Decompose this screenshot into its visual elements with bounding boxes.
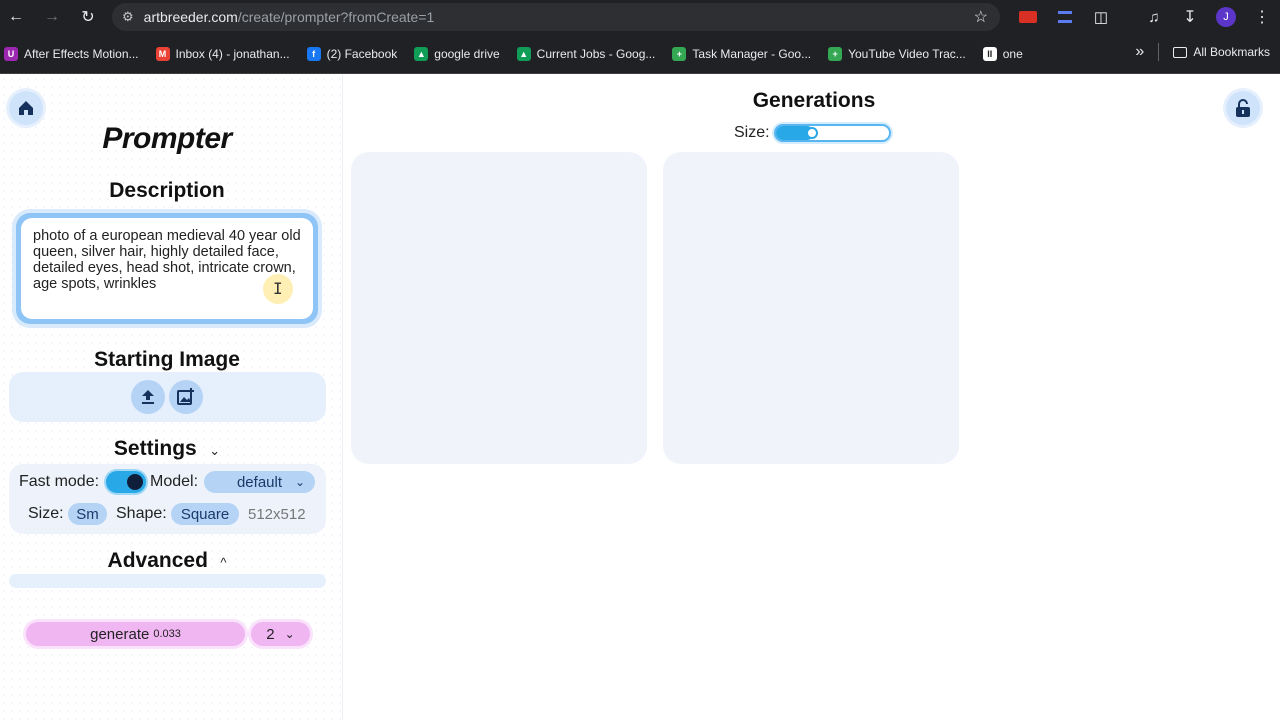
- bookmarks-right: » All Bookmarks: [1135, 43, 1270, 61]
- menu-kebab-icon[interactable]: ⋮: [1250, 5, 1274, 29]
- advanced-heading: Advanced: [107, 549, 208, 572]
- model-value: default: [236, 473, 283, 491]
- extension-red-icon[interactable]: [1016, 5, 1040, 29]
- bookmark-item[interactable]: M Inbox (4) - jonathan...: [155, 46, 290, 61]
- chevron-up-icon[interactable]: ^: [220, 555, 226, 570]
- folder-icon: [1173, 46, 1188, 58]
- bookmarks-bar: U After Effects Motion... M Inbox (4) - jon…: [0, 34, 1280, 74]
- bookmark-favicon-icon: +: [828, 46, 843, 61]
- forward-icon[interactable]: →: [40, 5, 64, 29]
- settings-heading: Settings: [113, 437, 197, 460]
- fast-mode-label: Fast mode:: [19, 473, 100, 490]
- model-select[interactable]: default ⌄: [204, 471, 315, 493]
- bookmark-favicon-icon: M: [155, 46, 170, 61]
- url-path: /create/prompter?fromCreate=1: [237, 9, 435, 25]
- home-icon: [19, 101, 33, 115]
- shape-button[interactable]: Square: [171, 503, 239, 525]
- size-button[interactable]: Sm: [68, 503, 107, 525]
- generation-size-slider[interactable]: [774, 124, 891, 142]
- home-button[interactable]: [9, 91, 43, 125]
- reload-icon[interactable]: ↻: [76, 5, 100, 29]
- bookmark-label: one: [1002, 46, 1023, 61]
- generate-label: generate: [90, 625, 150, 643]
- bookmark-star-icon[interactable]: ☆: [974, 7, 988, 27]
- size-label: Size:: [28, 505, 64, 522]
- bookmark-label: google drive: [434, 46, 500, 61]
- slider-knob[interactable]: [806, 127, 818, 139]
- toggle-knob: [127, 474, 143, 490]
- page: Prompter Description photo of a european…: [0, 75, 1280, 720]
- extension-list-icon[interactable]: [1053, 5, 1077, 29]
- bookmark-favicon-icon: f: [306, 46, 321, 61]
- starting-image-heading: Starting Image: [94, 348, 240, 371]
- bookmark-label: YouTube Video Trac...: [848, 46, 966, 61]
- bookmark-item[interactable]: + Task Manager - Goo...: [672, 46, 812, 61]
- bookmark-label: After Effects Motion...: [24, 46, 139, 61]
- chevron-down-icon[interactable]: ⌄: [209, 443, 220, 458]
- bookmark-favicon-icon: ▲: [516, 46, 531, 61]
- more-bookmarks-button[interactable]: »: [1135, 43, 1144, 61]
- generate-cost: 0.033: [153, 628, 181, 640]
- advanced-panel: [9, 574, 326, 588]
- settings-header[interactable]: Settings ⌄: [0, 437, 334, 461]
- add-image-button[interactable]: [169, 380, 203, 414]
- nav-buttons: ← → ↻: [4, 5, 100, 29]
- description-field[interactable]: photo of a european medieval 40 year old…: [16, 213, 318, 324]
- fast-mode-toggle[interactable]: [106, 471, 146, 493]
- bookmark-favicon-icon: U: [4, 46, 18, 61]
- bookmark-favicon-icon: ▲: [414, 46, 429, 61]
- generations-heading: Generations: [752, 89, 876, 112]
- url-host: artbreeder.com: [143, 9, 238, 25]
- model-label: Model:: [150, 473, 199, 490]
- browser-toolbar: ← → ↻ ⚙ artbreeder.com/create/prompter?f…: [0, 0, 1280, 34]
- shape-label: Shape:: [116, 505, 167, 522]
- text-cursor-icon: I: [273, 279, 283, 298]
- extensions-puzzle-icon[interactable]: ◫: [1089, 5, 1113, 29]
- profile-avatar[interactable]: J: [1214, 5, 1238, 29]
- back-icon[interactable]: ←: [4, 5, 28, 29]
- starting-image-panel: [9, 372, 326, 422]
- bookmark-label: (2) Facebook: [326, 46, 398, 61]
- dimensions-text: 512x512: [248, 506, 306, 523]
- bookmark-item[interactable]: U After Effects Motion...: [4, 46, 139, 61]
- description-text[interactable]: photo of a european medieval 40 year old…: [21, 218, 313, 319]
- generate-button[interactable]: generate 0.033: [26, 622, 245, 646]
- site-settings-icon[interactable]: ⚙: [122, 9, 134, 25]
- unlock-icon: [1236, 99, 1250, 117]
- media-control-icon[interactable]: ♫: [1142, 5, 1166, 29]
- bookmark-item[interactable]: f (2) Facebook: [306, 46, 398, 61]
- bookmark-item[interactable]: ▲ Current Jobs - Goog...: [516, 46, 656, 61]
- divider: [1158, 43, 1160, 61]
- bookmark-label: Inbox (4) - jonathan...: [175, 46, 290, 61]
- bookmark-label: Current Jobs - Goog...: [536, 46, 656, 61]
- page-title: Prompter: [102, 122, 232, 155]
- chevron-down-icon: ⌄: [294, 475, 305, 489]
- profile-initial: J: [1216, 7, 1236, 27]
- bookmark-item[interactable]: ▲ google drive: [414, 46, 500, 61]
- all-bookmarks-button[interactable]: All Bookmarks: [1173, 45, 1270, 59]
- bookmark-favicon-icon: +: [672, 46, 687, 61]
- sidebar: Prompter Description photo of a european…: [0, 75, 343, 720]
- upload-icon: [142, 390, 154, 404]
- lock-button[interactable]: [1226, 91, 1260, 125]
- advanced-header[interactable]: Advanced ^: [0, 549, 334, 573]
- generation-card[interactable]: [351, 152, 647, 464]
- add-image-icon: [177, 388, 194, 405]
- downloads-icon[interactable]: ↧: [1178, 5, 1202, 29]
- count-select[interactable]: 2 ⌄: [251, 622, 310, 646]
- bookmark-item[interactable]: II one: [982, 46, 1023, 61]
- generation-card[interactable]: [663, 152, 959, 464]
- upload-image-button[interactable]: [131, 380, 165, 414]
- chevron-down-icon: ⌄: [284, 627, 295, 641]
- address-bar[interactable]: ⚙ artbreeder.com/create/prompter?fromCre…: [112, 3, 1000, 31]
- generation-size-label: Size:: [734, 124, 770, 141]
- all-bookmarks-label: All Bookmarks: [1193, 45, 1270, 59]
- bookmark-favicon-icon: II: [982, 46, 997, 61]
- count-value: 2: [266, 625, 275, 643]
- bookmark-item[interactable]: + YouTube Video Trac...: [828, 46, 966, 61]
- description-heading: Description: [109, 179, 225, 202]
- bookmark-label: Task Manager - Goo...: [692, 46, 812, 61]
